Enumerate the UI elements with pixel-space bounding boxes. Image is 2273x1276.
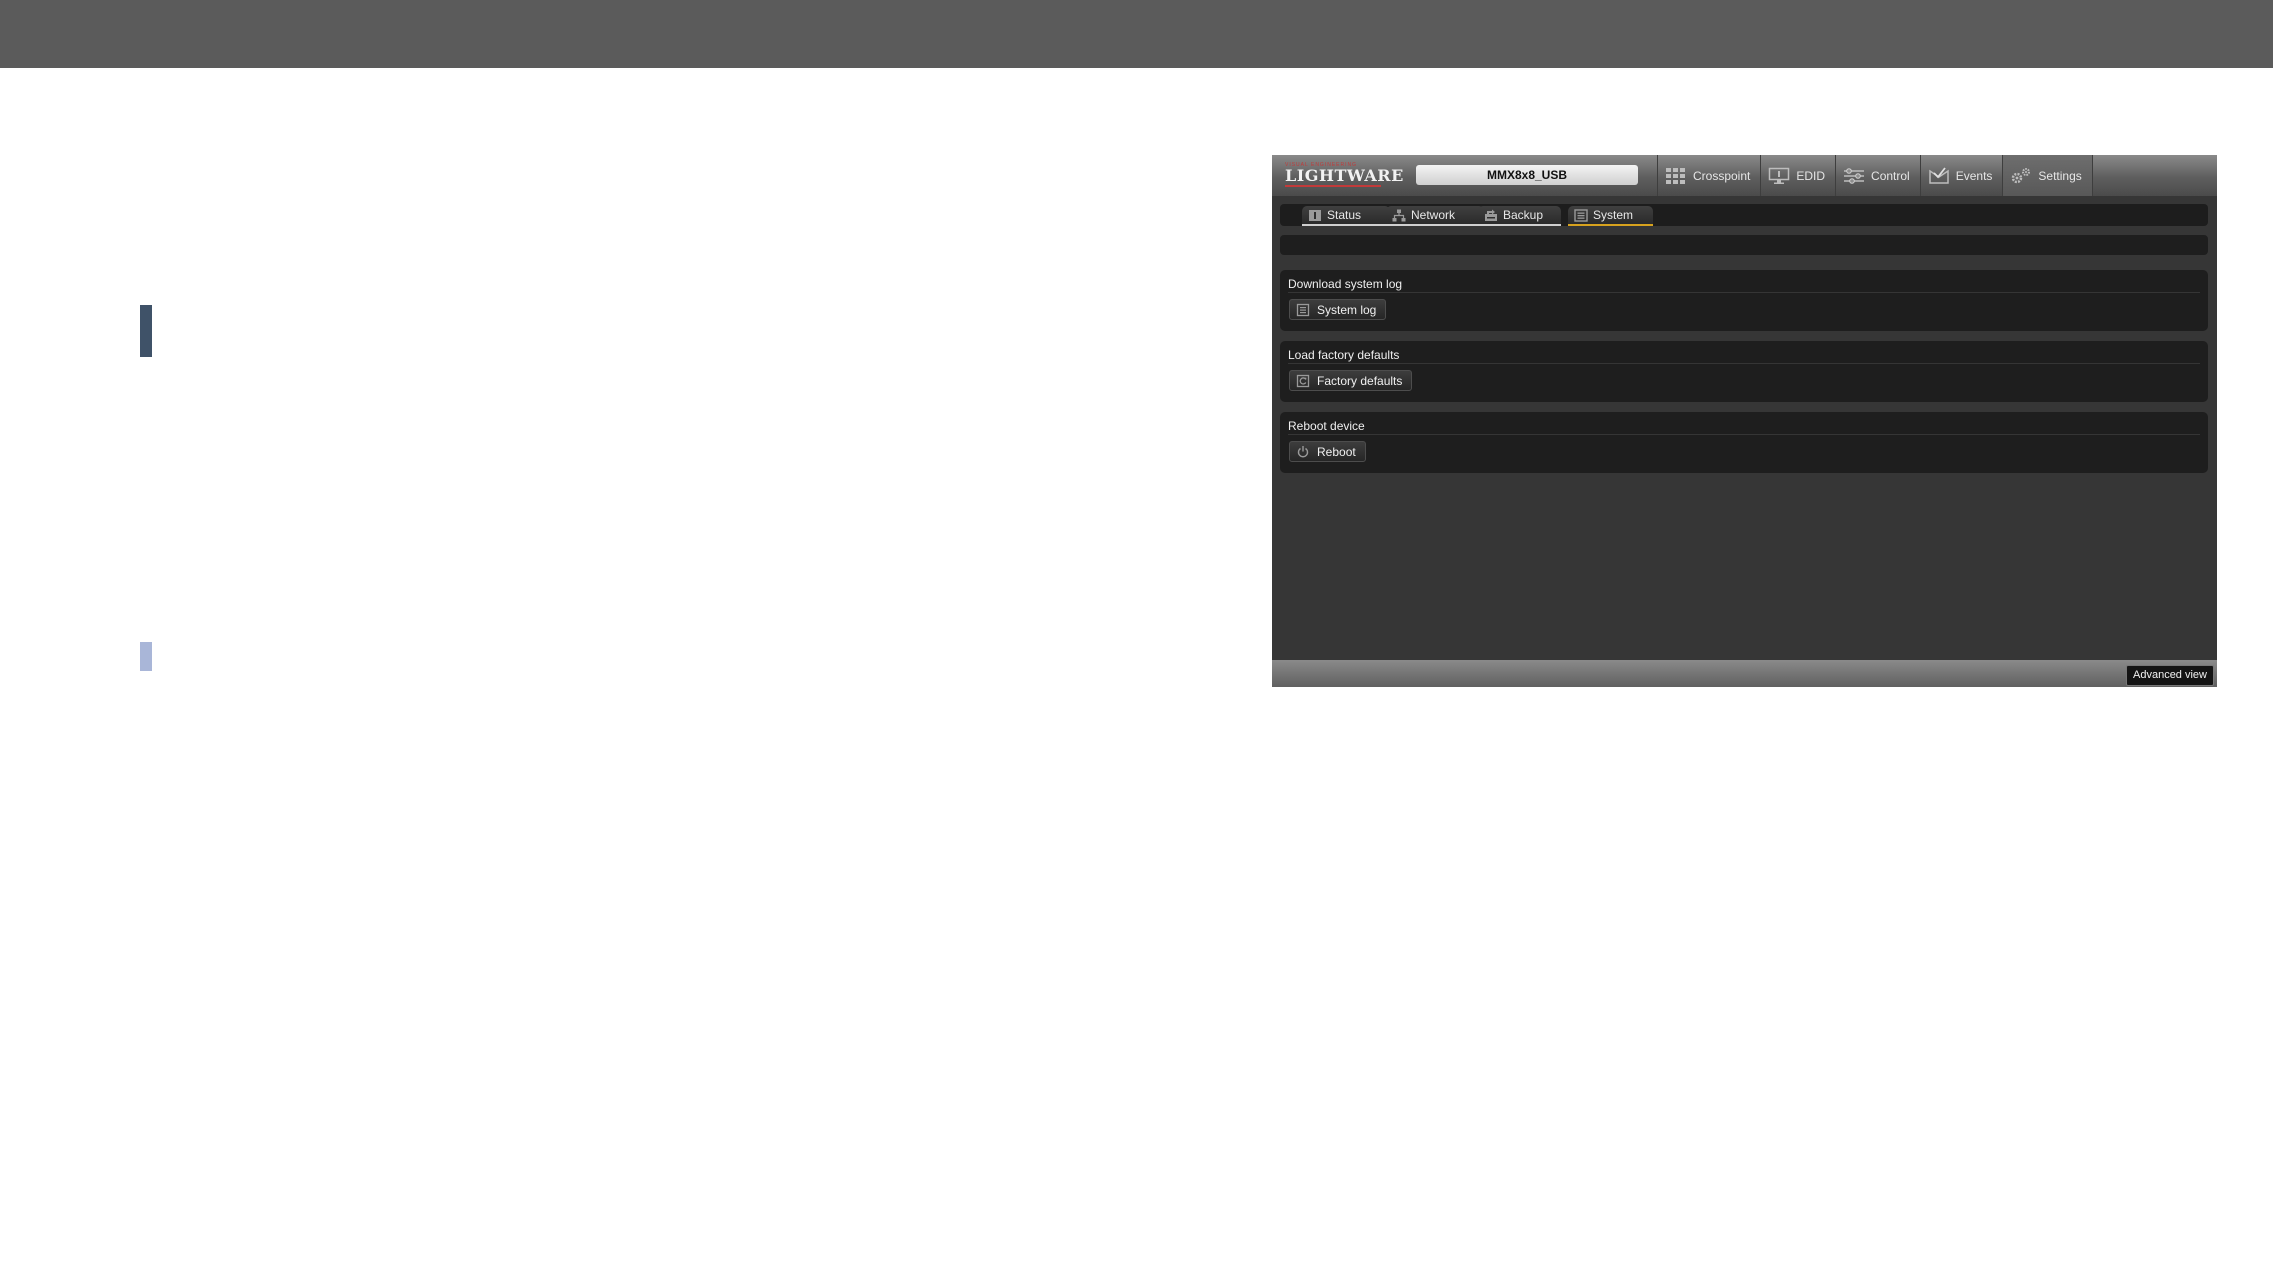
panel-title: Download system log [1288,277,1403,291]
envelope-check-icon [1928,166,1949,184]
app-header: VISUAL ENGINEERING LIGHTWARE MMX8x8_USB … [1272,155,2217,196]
tab-crosspoint[interactable]: Crosspoint [1657,155,1760,196]
panel-download-system-log: Download system log System log [1280,270,2208,331]
subtab-system[interactable]: System [1568,206,1653,226]
settings-info-strip [1280,235,2208,255]
document-top-bar [0,0,2273,68]
subtab-status-label: Status [1327,208,1362,222]
tab-events[interactable]: Events [1919,155,2003,196]
tab-settings-label: Settings [2038,168,2082,183]
tab-crosspoint-label: Crosspoint [1693,168,1751,183]
subtab-backup-label: Backup [1503,208,1544,222]
advanced-view-button[interactable]: Advanced view [2126,665,2214,686]
tab-events-label: Events [1955,168,1993,183]
lightware-lds-window: VISUAL ENGINEERING LIGHTWARE MMX8x8_USB … [1272,155,2217,687]
subtab-system-label: System [1593,208,1634,222]
network-icon [1392,209,1406,221]
factory-defaults-button[interactable]: Factory defaults [1289,370,1413,391]
panel-divider [1288,434,2200,435]
device-name-field[interactable]: MMX8x8_USB [1416,165,1638,185]
power-icon [1297,445,1309,457]
gears-icon [2012,167,2031,183]
panel-title: Reboot device [1288,419,1365,433]
panel-load-factory-defaults: Load factory defaults Factory defaults [1280,341,2208,402]
lightware-logo: VISUAL ENGINEERING LIGHTWARE [1285,162,1404,192]
subtab-status[interactable]: Status [1302,206,1390,226]
system-log-button-label: System log [1317,302,1377,317]
panel-divider [1288,292,2200,293]
panel-title: Load factory defaults [1288,348,1400,362]
tab-control-label: Control [1871,168,1910,183]
subtab-network-label: Network [1411,208,1456,222]
main-menu: Crosspoint EDID Control Events Settings [1657,155,2093,196]
document-icon [1296,303,1310,316]
grid-icon [1666,167,1685,184]
logo-underline [1285,185,1381,187]
sliders-icon [1844,167,1865,184]
system-log-button[interactable]: System log [1289,299,1387,320]
panel-reboot-device: Reboot device Reboot [1280,412,2208,473]
subtab-backup[interactable]: Backup [1478,206,1561,226]
tab-edid[interactable]: EDID [1760,155,1835,196]
app-footer: Advanced view [1272,660,2217,687]
logo-brand: LIGHTWARE [1285,166,1404,185]
section-marker-light [140,642,152,671]
subtab-network[interactable]: Network [1386,206,1484,226]
tab-control[interactable]: Control [1835,155,1920,196]
reboot-button[interactable]: Reboot [1289,441,1366,462]
section-marker-dark [140,305,152,357]
reset-icon [1296,374,1310,387]
panel-divider [1288,363,2200,364]
factory-defaults-button-label: Factory defaults [1317,373,1403,388]
tab-edid-label: EDID [1796,168,1826,183]
status-icon [1309,209,1321,221]
system-icon [1574,208,1588,222]
backup-icon [1485,209,1497,221]
tab-settings[interactable]: Settings [2002,155,2093,196]
reboot-button-label: Reboot [1317,444,1356,459]
settings-subtab-bar: Status Network Backup System [1280,204,2208,226]
monitor-icon [1769,167,1790,184]
